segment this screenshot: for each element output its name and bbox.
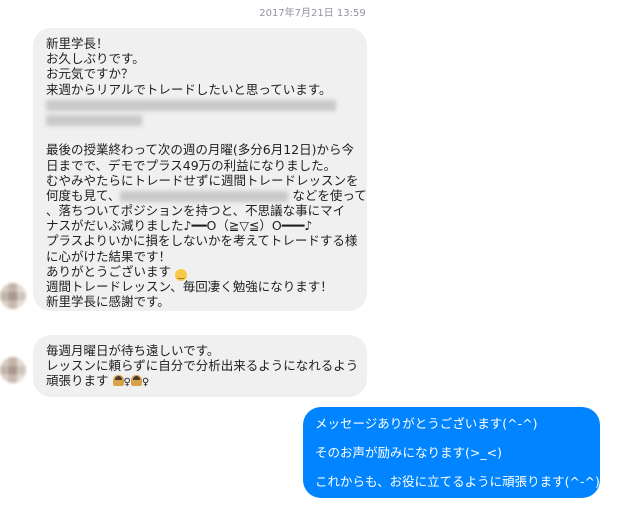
person-bowing-icon [130, 375, 142, 387]
message-text: に心がけた結果です！ [46, 248, 172, 264]
outgoing-message-bubble[interactable]: メッセージありがとうございます(^-^) そのお声が励みになります(>_<) こ… [303, 407, 600, 498]
message-text: などを使って [292, 187, 367, 203]
female-sign-icon: ♀ [141, 377, 150, 389]
message-text: お元気ですか？ [46, 66, 134, 82]
message-text: 新里学長に感謝です。 [46, 294, 170, 310]
message-text: メッセージありがとうございます(^-^) [315, 416, 538, 431]
message-text-row: 何度も見て、 などを使って [46, 187, 367, 203]
message-text: 最後の授業終わって次の週の月曜(多分6月12日)から今 [46, 142, 354, 158]
message-text: 日までで、デモでプラス49万の利益になりました。 [46, 157, 337, 173]
message-text: 頑張ります [46, 373, 109, 389]
message-text: ありがとうございます [46, 263, 172, 279]
message-text: レッスンに頼らずに自分で分析出来るようになれるよう [46, 358, 359, 374]
message-text: 毎週月曜日が待ち遠しいです。 [46, 343, 220, 358]
redacted-text [46, 97, 354, 112]
incoming-message-bubble[interactable]: 毎週月曜日が待ち遠しいです。 レッスンに頼らずに自分で分析出来るようになれるよう… [33, 335, 367, 397]
message-text: 何度も見て、 [46, 187, 121, 203]
sender-avatar[interactable] [0, 357, 26, 383]
message-text: そのお声が励みになります(>_<) [315, 445, 502, 461]
message-text: 新里学長！ [46, 36, 109, 51]
message-text: 、落ちついてポジションを持つと、不思議な事にマイ [46, 203, 346, 219]
incoming-message-bubble[interactable]: 新里学長！ お久しぶりです。 お元気ですか？ 来週からリアルでトレードしたいと思… [33, 28, 367, 311]
person-bowing-icon [112, 375, 124, 387]
redacted-text [120, 190, 289, 202]
message-text: ナスがだいぶ減りました♪━━O（≧▽≦）O━━━♪ [46, 218, 313, 234]
message-timestamp: 2017年7月21日 13:59 [259, 8, 366, 19]
redacted-text [46, 112, 354, 127]
message-text: これからも、お役に立てるように頑張ります(^-^) [315, 474, 600, 490]
female-sign-icon: ♀ [123, 377, 131, 389]
message-text: プラスよりいかに損をしないかを考えてトレードする様 [46, 233, 358, 249]
message-text: 来週からリアルでトレードしたいと思っています。 [46, 81, 332, 97]
message-text-row: 頑張ります ♀ ♀ [46, 373, 354, 388]
message-text: お久しぶりです。 [46, 51, 145, 67]
message-text-row: ありがとうございます ‿ [46, 263, 354, 281]
sender-avatar[interactable] [0, 283, 26, 309]
message-text: むやみやたらにトレードせずに週間トレードレッスンを [46, 172, 359, 188]
message-text: 週間トレードレッスン、毎回凄く勉強になります！ [46, 279, 333, 294]
